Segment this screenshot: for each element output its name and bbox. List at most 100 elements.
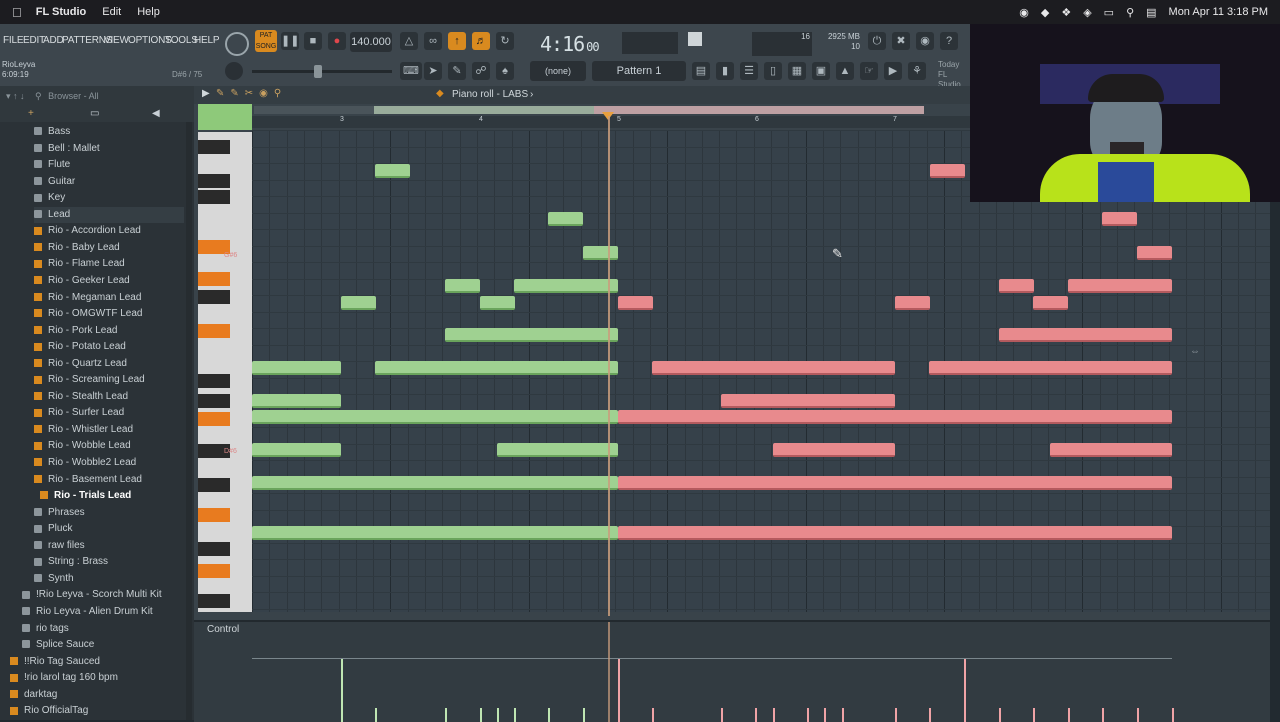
- mixer-icon[interactable]: ▯: [764, 62, 782, 80]
- search-icon[interactable]: ⚲: [1126, 6, 1134, 19]
- browser-file[interactable]: Rio - Quartz Lead: [34, 356, 127, 372]
- browser-file[interactable]: Rio - Geeker Lead: [34, 273, 130, 289]
- black-key[interactable]: [198, 190, 230, 204]
- browser-file[interactable]: Rio - Basement Lead: [34, 472, 142, 488]
- fx-icon[interactable]: ✖: [892, 32, 910, 50]
- browser-file[interactable]: Rio - Flame Lead: [34, 256, 125, 272]
- browser-file[interactable]: Rio - Wobble2 Lead: [34, 455, 136, 471]
- help-icon[interactable]: ?: [940, 32, 958, 50]
- velocity-bar[interactable]: [341, 658, 343, 722]
- menu-file[interactable]: FILE: [3, 35, 24, 46]
- pause-button[interactable]: ❚❚: [281, 32, 299, 50]
- resize-handle-icon[interactable]: ⇔: [1190, 346, 1200, 357]
- note-green[interactable]: [252, 410, 618, 424]
- note-red[interactable]: [895, 296, 930, 310]
- creative-cloud-icon[interactable]: ◉: [1019, 6, 1029, 19]
- menu-add[interactable]: ADD: [43, 35, 64, 46]
- black-key[interactable]: [198, 542, 230, 556]
- black-key[interactable]: [198, 272, 230, 286]
- control-center-icon[interactable]: ▤: [1146, 6, 1156, 19]
- stop-button[interactable]: ■: [304, 32, 322, 50]
- black-key[interactable]: [198, 594, 230, 608]
- browser-file[interactable]: Rio - OMGWTF Lead: [34, 306, 142, 322]
- note-red[interactable]: [930, 164, 965, 178]
- project-info-icon[interactable]: ▶: [884, 62, 902, 80]
- black-key[interactable]: [198, 140, 230, 154]
- metronome-icon[interactable]: △: [400, 32, 418, 50]
- note-green[interactable]: [252, 476, 618, 490]
- browser-folder[interactable]: Bass: [34, 124, 70, 140]
- speaker-icon[interactable]: ◀: [152, 108, 160, 119]
- pat-song-toggle[interactable]: PAT SONG: [255, 30, 277, 52]
- microphone-icon[interactable]: ◉: [916, 32, 934, 50]
- control-label[interactable]: Control: [207, 624, 239, 635]
- power-icon[interactable]: ⏻: [868, 32, 886, 50]
- note-red[interactable]: [618, 410, 1172, 424]
- note-grid[interactable]: [252, 130, 1270, 612]
- note-green[interactable]: [497, 443, 618, 457]
- browser-folder[interactable]: Phrases: [34, 505, 85, 521]
- browser-file[interactable]: Rio OfficialTag: [10, 703, 88, 719]
- piano-roll-tools[interactable]: ✎✎✂◉⚲: [216, 88, 287, 99]
- browser-folder[interactable]: Synth: [34, 571, 74, 587]
- browser-file[interactable]: !rio larol tag 160 bpm: [10, 670, 118, 686]
- menu-view[interactable]: VIEW: [104, 35, 129, 46]
- browser-file[interactable]: Rio - Screaming Lead: [34, 372, 145, 388]
- browser-folder[interactable]: Pluck: [34, 521, 72, 537]
- note-green[interactable]: [583, 246, 618, 260]
- plugin-database-icon[interactable]: ▣: [812, 62, 830, 80]
- wifi-icon[interactable]: ◈: [1083, 6, 1091, 19]
- apple-icon[interactable]: : [12, 5, 22, 20]
- browser-file[interactable]: !!Rio Tag Sauced: [10, 654, 100, 670]
- note-red[interactable]: [999, 279, 1034, 293]
- browser-nav-icon[interactable]: ▾ ↑ ↓: [6, 91, 25, 101]
- browser-folder[interactable]: Rio Leyva - Alien Drum Kit: [22, 604, 153, 620]
- piano-keyboard[interactable]: G#6 D#6: [198, 132, 252, 612]
- piano-roll-icon[interactable]: ▮: [716, 62, 734, 80]
- browser-file[interactable]: Rio - Trials Lead: [40, 488, 131, 504]
- clock[interactable]: Mon Apr 11 3:18 PM: [1169, 6, 1268, 18]
- velocity-lane[interactable]: [252, 652, 1182, 722]
- file-icon[interactable]: ▭: [90, 108, 99, 119]
- loop-record-icon[interactable]: ↻: [496, 32, 514, 50]
- browser-folder[interactable]: raw files: [34, 538, 85, 554]
- note-red[interactable]: [1033, 296, 1068, 310]
- browser-icon[interactable]: ▦: [788, 62, 806, 80]
- touch-controller-icon[interactable]: ☞: [860, 62, 878, 80]
- note-green[interactable]: [375, 361, 618, 375]
- note-red[interactable]: [773, 443, 895, 457]
- velocity-bar[interactable]: [964, 658, 966, 722]
- note-green[interactable]: [548, 212, 583, 226]
- browser-file[interactable]: Rio - Whistler Lead: [34, 422, 133, 438]
- browser-folder[interactable]: Flute: [34, 157, 70, 173]
- note-red[interactable]: [999, 328, 1172, 342]
- note-green[interactable]: [375, 164, 410, 178]
- browser-folder[interactable]: !Rio Leyva - Scorch Multi Kit: [22, 587, 162, 603]
- browser-folder[interactable]: Bell : Mallet: [34, 141, 100, 157]
- browser-file[interactable]: Rio - Potato Lead: [34, 339, 126, 355]
- blend-notes-icon[interactable]: ♬: [472, 32, 490, 50]
- note-green[interactable]: [341, 296, 376, 310]
- plugin-picker-icon[interactable]: ▲: [836, 62, 854, 80]
- browser-file[interactable]: Rio - Stealth Lead: [34, 389, 128, 405]
- stamp-icon[interactable]: ♠: [496, 62, 514, 80]
- countdown-icon[interactable]: ↑: [448, 32, 466, 50]
- black-key[interactable]: [198, 324, 230, 338]
- add-folder-icon[interactable]: +: [28, 108, 34, 119]
- pitch-knob[interactable]: [225, 62, 243, 80]
- tempo-display[interactable]: 140.000: [350, 32, 392, 52]
- battery-icon[interactable]: ▭: [1104, 6, 1114, 19]
- note-red[interactable]: [618, 476, 1172, 490]
- master-volume-knob[interactable]: [225, 32, 249, 56]
- dropbox-icon[interactable]: ◆: [1041, 6, 1049, 19]
- black-key[interactable]: [198, 174, 230, 188]
- browser-file[interactable]: darktag: [10, 687, 57, 703]
- browser-folder[interactable]: Key: [34, 190, 65, 206]
- black-key[interactable]: [198, 412, 230, 426]
- note-red[interactable]: [1068, 279, 1172, 293]
- link-icon[interactable]: ☍: [472, 62, 490, 80]
- browser-file[interactable]: Rio - Surfer Lead: [34, 405, 124, 421]
- velocity-bar[interactable]: [618, 658, 620, 722]
- shop-icon[interactable]: ⚘: [908, 62, 926, 80]
- menu-help[interactable]: Help: [137, 6, 160, 18]
